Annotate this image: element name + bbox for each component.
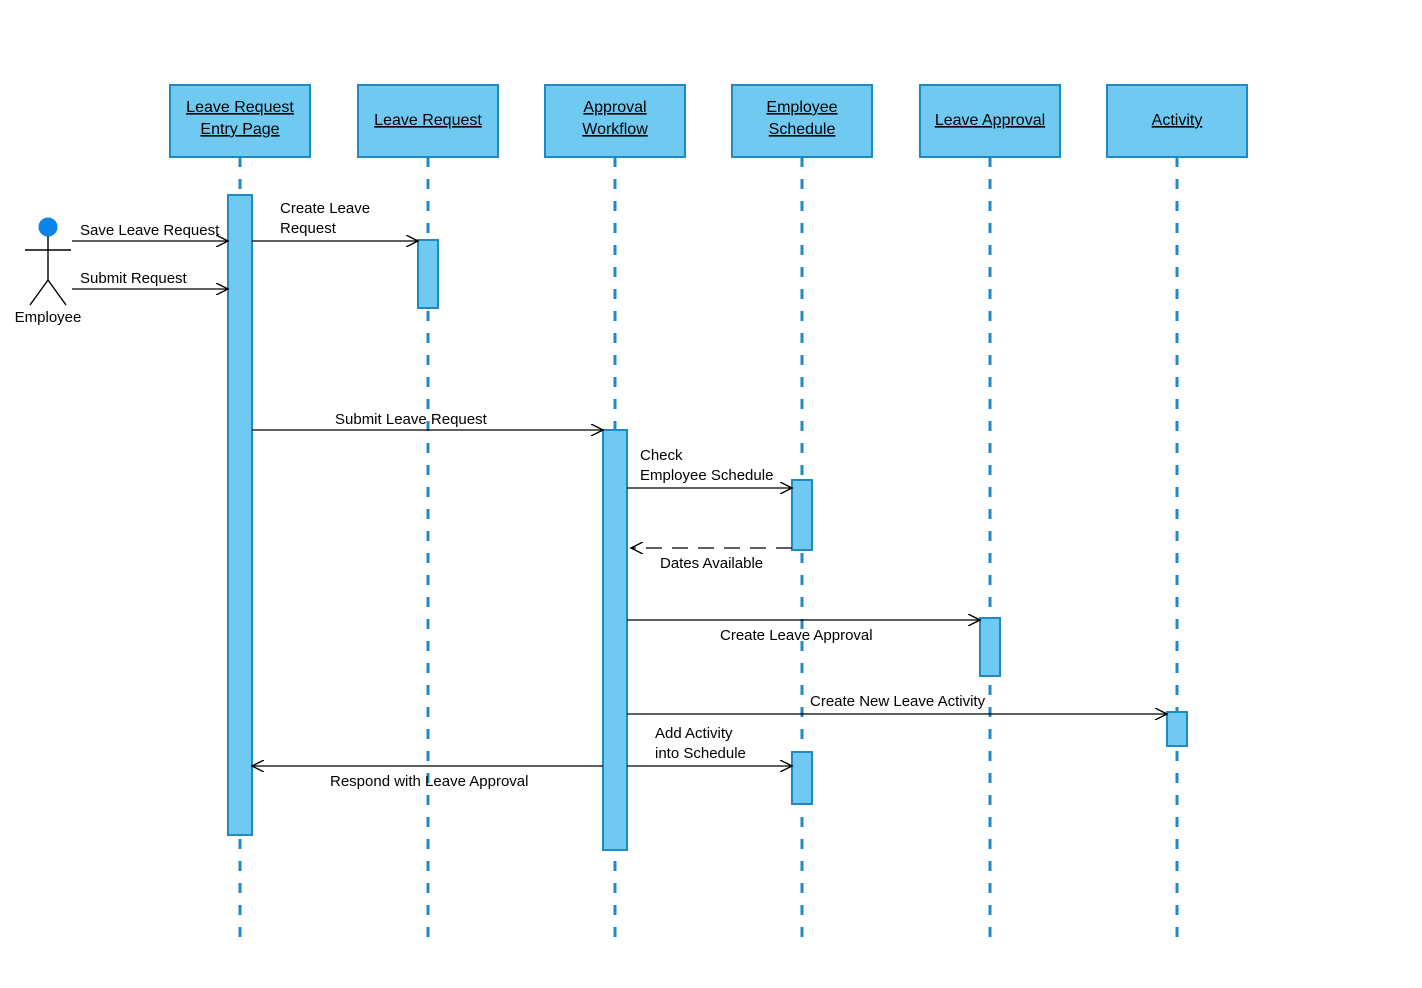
activation-employee-schedule-2 <box>792 752 812 804</box>
lifeline-request-line1: Leave Request <box>374 112 482 129</box>
lifeline-activity: Activity <box>1107 85 1247 940</box>
msg-create-leave-request-label-1: Create Leave <box>280 200 370 217</box>
lifeline-workflow-line2: Workflow <box>582 121 648 138</box>
lifeline-approval-line1: Leave Approval <box>935 112 1045 129</box>
lifeline-entry-line2: Entry Page <box>200 121 279 138</box>
lifeline-schedule-line2: Schedule <box>769 121 836 138</box>
sequence-diagram: Leave Request Entry Page Leave Request A… <box>0 0 1422 988</box>
lifeline-entry-line1: Leave Request <box>186 99 294 116</box>
msg-create-new-leave-activity-label: Create New Leave Activity <box>810 693 986 710</box>
actor-employee-label: Employee <box>15 309 82 326</box>
msg-create-leave-approval-label: Create Leave Approval <box>720 627 873 644</box>
lifeline-workflow-line1: Approval <box>583 99 646 116</box>
lifeline-schedule-line1: Employee <box>766 99 837 116</box>
msg-respond-with-leave-approval-label: Respond with Leave Approval <box>330 773 528 790</box>
activation-approval-workflow <box>603 430 627 850</box>
msg-add-activity-label-2: into Schedule <box>655 745 746 762</box>
msg-create-leave-request-label-2: Request <box>280 220 337 237</box>
msg-add-activity-label-1: Add Activity <box>655 725 733 742</box>
msg-check-label-2: Employee Schedule <box>640 467 773 484</box>
lifeline-activity-line1: Activity <box>1152 112 1203 129</box>
activation-entry-page <box>228 195 252 835</box>
msg-save-leave-request-label: Save Leave Request <box>80 222 220 239</box>
activation-leave-request <box>418 240 438 308</box>
actor-employee: Employee <box>15 218 82 326</box>
activation-leave-approval <box>980 618 1000 676</box>
activation-activity <box>1167 712 1187 746</box>
lifeline-leave-request: Leave Request <box>358 85 498 940</box>
msg-dates-available-label: Dates Available <box>660 555 763 572</box>
msg-submit-leave-request-label: Submit Leave Request <box>335 411 488 428</box>
activation-employee-schedule-1 <box>792 480 812 550</box>
msg-submit-request-label: Submit Request <box>80 270 188 287</box>
lifeline-leave-approval: Leave Approval <box>920 85 1060 940</box>
msg-check-label-1: Check <box>640 447 683 464</box>
